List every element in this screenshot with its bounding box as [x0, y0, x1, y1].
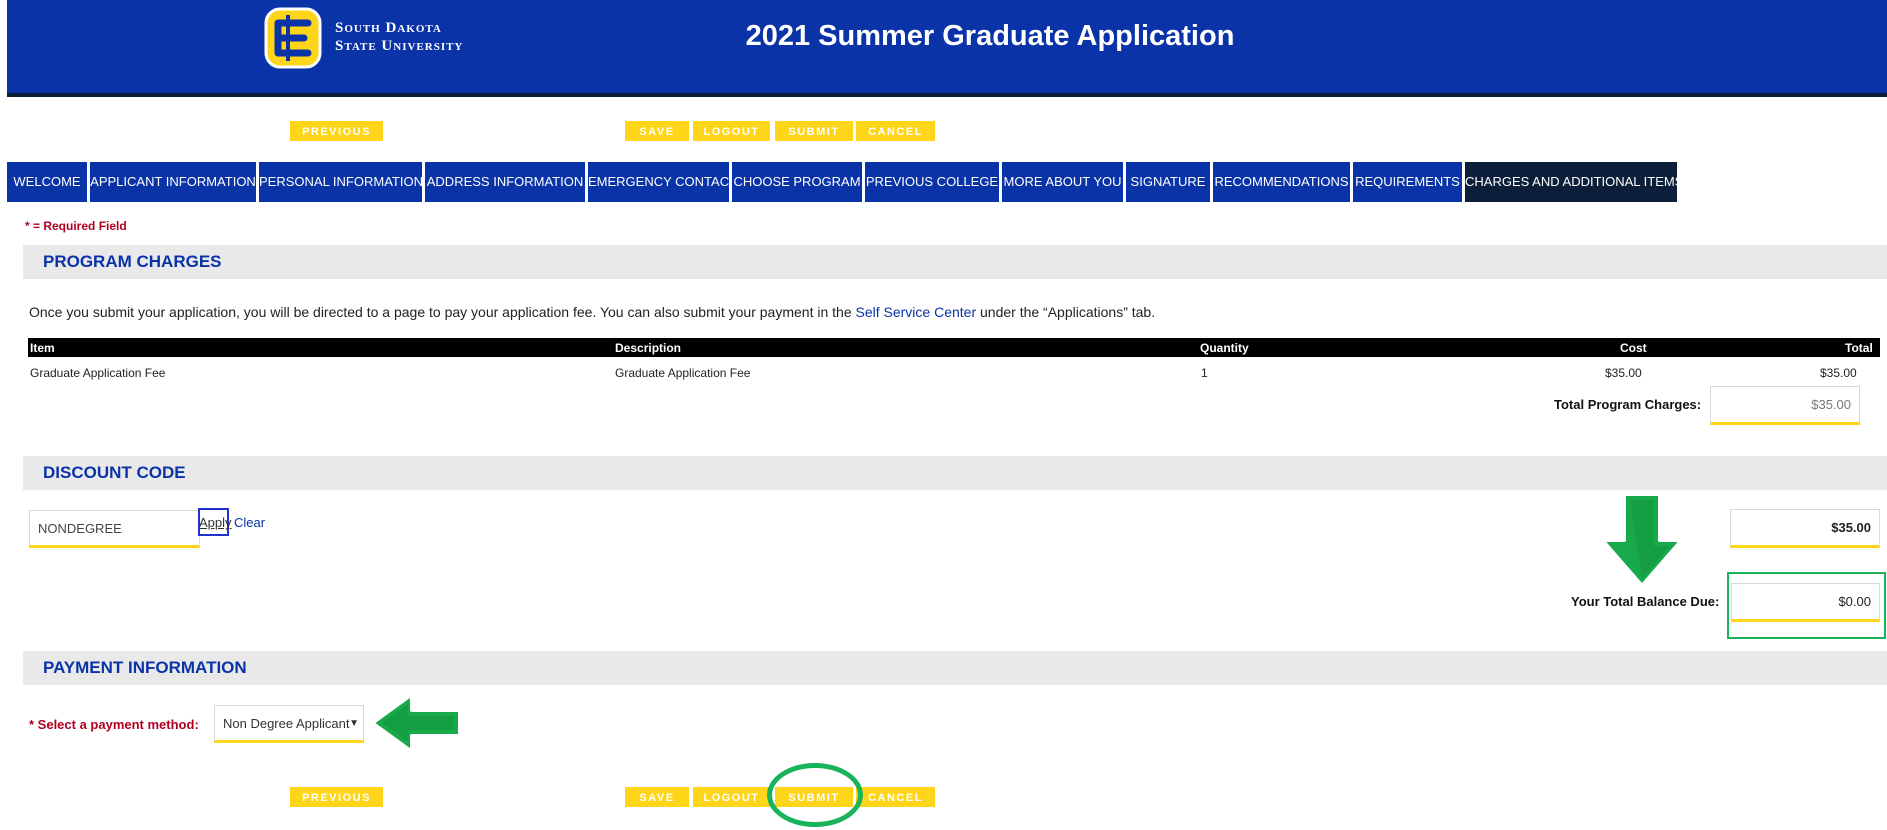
- discount-code-title: DISCOUNT CODE: [43, 463, 186, 482]
- submit-highlight-circle: [767, 763, 863, 827]
- tab-recommendations[interactable]: RECOMMENDATIONS: [1213, 162, 1350, 202]
- payment-info-text-before: Once you submit your application, you wi…: [29, 304, 852, 320]
- total-balance-due-label: Your Total Balance Due:: [1571, 594, 1720, 609]
- total-balance-due-field: $0.00: [1731, 583, 1880, 622]
- tab-charges-and-additional-items[interactable]: CHARGES AND ADDITIONAL ITEMS: [1465, 162, 1683, 202]
- row-quantity: 1: [1201, 366, 1208, 380]
- row-total: $35.00: [1820, 366, 1857, 380]
- discount-amount-field: $35.00: [1730, 509, 1880, 548]
- row-description: Graduate Application Fee: [615, 366, 751, 380]
- submit-button-top[interactable]: SUBMIT: [775, 121, 853, 141]
- tab-applicant-information[interactable]: APPLICANT INFORMATION: [90, 162, 256, 202]
- down-arrow-icon: [1600, 492, 1684, 588]
- column-header-total: Total: [1845, 341, 1873, 355]
- total-program-charges-label: Total Program Charges:: [1554, 397, 1702, 412]
- tab-choose-program[interactable]: CHOOSE PROGRAM: [732, 162, 862, 202]
- cancel-button-bottom[interactable]: CANCEL: [856, 787, 935, 807]
- tab-welcome[interactable]: WELCOME: [7, 162, 87, 202]
- page-title: 2021 Summer Graduate Application: [745, 20, 1235, 52]
- discount-code-header: [23, 456, 1887, 490]
- tab-address-information[interactable]: ADDRESS INFORMATION: [425, 162, 585, 202]
- total-program-charges-field: $35.00: [1710, 386, 1860, 425]
- previous-button-top[interactable]: PREVIOUS: [290, 121, 383, 141]
- self-service-center-link[interactable]: Self Service Center: [856, 304, 977, 320]
- payment-method-select[interactable]: Non Degree Applicant ▼: [214, 705, 364, 743]
- payment-information-title: PAYMENT INFORMATION: [43, 658, 247, 677]
- row-cost: $35.00: [1605, 366, 1642, 380]
- tab-personal-information[interactable]: PERSONAL INFORMATION: [259, 162, 423, 202]
- discount-code-input[interactable]: NONDEGREE: [29, 510, 200, 548]
- university-name-line2: State University: [335, 38, 464, 54]
- payment-information-header: [23, 651, 1887, 685]
- previous-button-bottom[interactable]: PREVIOUS: [290, 787, 383, 807]
- required-field-note: * = Required Field: [25, 219, 127, 233]
- program-charges-header: [23, 245, 1887, 279]
- payment-method-label: * Select a payment method:: [29, 717, 199, 732]
- tab-previous-college[interactable]: PREVIOUS COLLEGE: [865, 162, 999, 202]
- tab-more-about-you[interactable]: MORE ABOUT YOU: [1002, 162, 1123, 202]
- row-item: Graduate Application Fee: [30, 366, 166, 380]
- tab-emergency-contact[interactable]: EMERGENCY CONTACT: [588, 162, 737, 202]
- payment-info-text-after: under the “Applications” tab.: [980, 304, 1156, 320]
- university-logo-icon: [264, 7, 322, 69]
- charges-table-header: [28, 338, 1880, 357]
- save-button-bottom[interactable]: SAVE: [625, 787, 689, 807]
- save-button-top[interactable]: SAVE: [625, 121, 689, 141]
- payment-info-text: Once you submit your application, you wi…: [29, 304, 1155, 320]
- university-name-line1: South Dakota: [335, 20, 442, 36]
- column-header-cost: Cost: [1620, 341, 1647, 355]
- column-header-item: Item: [30, 341, 55, 355]
- left-arrow-icon: [370, 692, 462, 754]
- program-charges-title: PROGRAM CHARGES: [43, 252, 222, 271]
- tab-requirements[interactable]: REQUIREMENTS: [1353, 162, 1462, 202]
- logout-button-bottom[interactable]: LOGOUT: [693, 787, 770, 807]
- tab-signature[interactable]: SIGNATURE: [1126, 162, 1210, 202]
- column-header-description: Description: [615, 341, 682, 355]
- chevron-down-icon: ▼: [349, 718, 359, 729]
- cancel-button-top[interactable]: CANCEL: [856, 121, 935, 141]
- column-header-quantity: Quantity: [1200, 341, 1249, 355]
- clear-link[interactable]: Clear: [234, 515, 265, 530]
- university-name: South Dakota State University: [335, 19, 463, 55]
- logout-button-top[interactable]: LOGOUT: [693, 121, 770, 141]
- payment-method-value: Non Degree Applicant: [223, 715, 350, 731]
- apply-link[interactable]: Apply: [199, 515, 232, 530]
